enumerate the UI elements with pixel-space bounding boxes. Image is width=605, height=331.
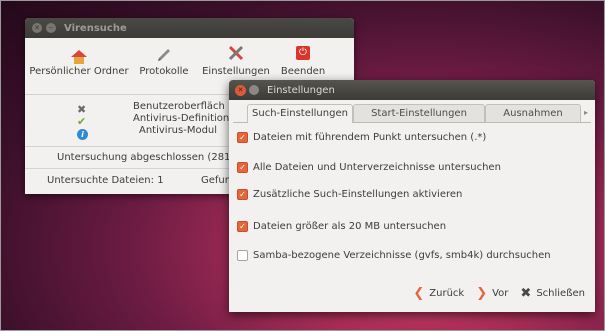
option-label: Alle Dateien und Unterverzeichnisse unte…: [253, 162, 501, 173]
toolbar-label: Einstellungen: [202, 66, 270, 77]
tab-scroll-right-icon[interactable]: ▸: [581, 104, 591, 121]
chevron-right-icon: ❯: [476, 286, 488, 301]
pen-icon: [153, 44, 175, 62]
option-label: Samba-bezogene Verzeichnisse (gvfs, smb4…: [253, 250, 551, 261]
tab-bar: Such-Einstellungen Start-Einstellungen A…: [233, 104, 591, 123]
back-label: Zurück: [429, 288, 465, 299]
tab-ausnahmen[interactable]: Ausnahmen: [485, 104, 581, 122]
checkbox-checked[interactable]: ✓: [237, 162, 248, 173]
tab-such-einstellungen[interactable]: Such-Einstellungen: [247, 104, 353, 123]
close-window-icon[interactable]: ✕: [235, 84, 246, 96]
logs-button[interactable]: Protokolle: [136, 44, 192, 77]
status-text: Benutzeroberfläch: [133, 101, 225, 112]
tools-icon: [225, 44, 247, 62]
scan-status-text: Untersuchung abgeschlossen (28116: [57, 152, 244, 163]
toolbar-label: Protokolle: [139, 66, 189, 77]
forward-label: Vor: [492, 288, 509, 299]
power-icon: ⏻: [292, 44, 314, 62]
home-icon: [68, 44, 90, 64]
option-hidden-files[interactable]: ✓ Dateien mit führendem Punkt untersuche…: [237, 132, 486, 143]
button-row: ❮ Zurück ❯ Vor ✖ Schließen: [413, 286, 585, 301]
found-text: Gefun: [201, 175, 232, 186]
option-large-files[interactable]: ✓ Dateien größer als 20 MB untersuchen: [237, 221, 446, 232]
status-text: Antivirus-Modul: [139, 125, 218, 136]
close-icon: ✖: [520, 286, 532, 301]
files-scanned-text: Untersuchte Dateien: 1: [47, 175, 164, 186]
settings-titlebar: ✕ Einstellungen: [229, 80, 595, 100]
checkbox-unchecked[interactable]: [237, 250, 248, 261]
option-label: Zusätzliche Such-Einstellungen aktiviere…: [253, 189, 463, 200]
option-label: Dateien größer als 20 MB untersuchen: [253, 221, 447, 232]
option-extra-settings[interactable]: ✓ Zusätzliche Such-Einstellungen aktivie…: [237, 189, 462, 200]
close-button[interactable]: ✖ Schließen: [520, 286, 585, 301]
option-label: Dateien mit führendem Punkt untersuchen …: [253, 132, 487, 143]
checkbox-checked[interactable]: ✓: [237, 132, 248, 143]
forward-button[interactable]: ❯ Vor: [476, 286, 508, 301]
window-title: Virensuche: [64, 22, 127, 34]
option-all-files[interactable]: ✓ Alle Dateien und Unterverzeichnisse un…: [237, 162, 501, 173]
info-icon: i: [77, 127, 88, 140]
minimize-window-icon[interactable]: [249, 85, 259, 95]
titlebar: ✕ − Virensuche: [25, 18, 354, 38]
settings-button[interactable]: Einstellungen: [202, 44, 270, 77]
option-samba[interactable]: Samba-bezogene Verzeichnisse (gvfs, smb4…: [237, 250, 551, 261]
quit-button[interactable]: ⏻ Beenden: [277, 44, 329, 77]
minimize-window-icon[interactable]: −: [46, 23, 56, 33]
close-window-icon[interactable]: ✕: [32, 23, 42, 33]
settings-window: ✕ Einstellungen Such-Einstellungen Start…: [229, 80, 595, 312]
toolbar-label: Persönlicher Ordner: [29, 66, 129, 77]
tab-start-einstellungen[interactable]: Start-Einstellungen: [353, 104, 485, 122]
back-button[interactable]: ❮ Zurück: [413, 286, 464, 301]
close-label: Schließen: [536, 288, 585, 299]
settings-window-title: Einstellungen: [267, 84, 335, 96]
chevron-left-icon: ❮: [413, 286, 425, 301]
status-text: Antivirus-Definition: [133, 113, 230, 124]
checkbox-checked[interactable]: ✓: [237, 221, 248, 232]
home-folder-button[interactable]: Persönlicher Ordner: [28, 44, 130, 77]
checkbox-checked[interactable]: ✓: [237, 189, 248, 200]
toolbar-label: Beenden: [280, 66, 326, 77]
